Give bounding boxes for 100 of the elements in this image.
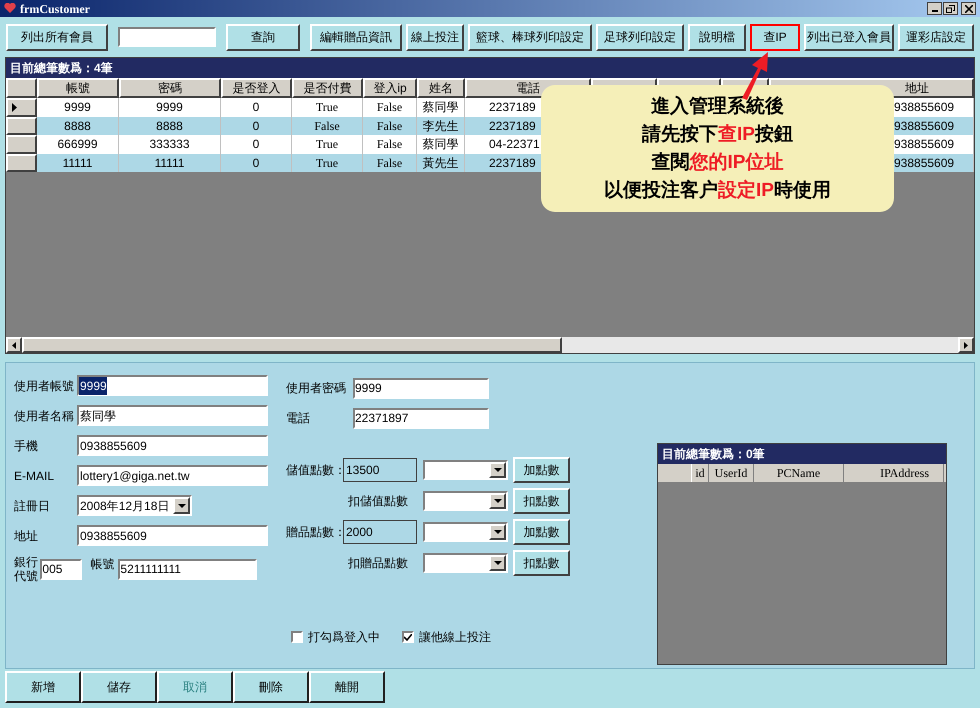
toolbar-button[interactable]: 查詢 — [226, 24, 300, 50]
field-label: 儲值點數： — [286, 462, 343, 479]
field-label: 銀行代號 — [14, 555, 39, 583]
minimize-icon — [932, 10, 938, 12]
field-label: E-MAIL — [14, 468, 56, 484]
table-cell: 黃先生 — [417, 154, 465, 172]
table-cell: True — [292, 154, 363, 172]
toolbar-button[interactable]: 足球列印設定 — [596, 24, 684, 50]
points-display: 13500 — [343, 458, 417, 482]
column-header: 是否付費 — [292, 78, 363, 98]
text-field[interactable]: 9999 — [77, 375, 268, 396]
dropdown-button[interactable] — [489, 462, 506, 478]
row-header[interactable] — [6, 135, 37, 154]
table-cell: 11111 — [119, 154, 221, 172]
points-button[interactable]: 加點數 — [513, 457, 570, 483]
horizontal-scrollbar[interactable] — [6, 337, 974, 353]
restore-icon — [946, 4, 955, 12]
row-header[interactable] — [6, 154, 37, 172]
dropdown-field[interactable] — [423, 460, 508, 480]
caret-icon — [178, 504, 186, 508]
field-label: 使用者名稱 — [14, 408, 75, 424]
dropdown-button[interactable] — [489, 555, 506, 571]
action-button[interactable]: 離開 — [309, 671, 385, 703]
field-label: 贈品點數： — [286, 524, 343, 541]
column-header: IPAddress — [844, 464, 944, 482]
dropdown-button[interactable] — [489, 524, 506, 540]
column-header: 密碼 — [119, 78, 221, 98]
scroll-left-button[interactable] — [6, 337, 22, 353]
field-label: 扣贈品點數 — [347, 555, 409, 572]
right-arrow-icon — [964, 342, 968, 348]
column-header: 登入ip — [363, 78, 417, 98]
field-label: 手機 — [14, 438, 39, 454]
scroll-thumb[interactable] — [22, 337, 562, 353]
scroll-right-button[interactable] — [958, 337, 974, 353]
toolbar-button[interactable]: 運彩店設定 — [898, 24, 974, 50]
checkbox[interactable] — [402, 631, 414, 643]
column-header: id — [692, 464, 709, 482]
checkbox[interactable] — [291, 631, 303, 643]
text-field[interactable]: 蔡同學 — [77, 405, 268, 426]
toolbar-button[interactable]: 編輯贈品資訊 — [310, 24, 402, 50]
text-field[interactable]: 9999 — [353, 378, 489, 398]
bank-code-field[interactable]: 005 — [40, 558, 82, 580]
row-header[interactable] — [6, 98, 37, 116]
field-label: 註冊日 — [14, 498, 51, 514]
check-icon — [404, 634, 412, 640]
caret-icon — [494, 561, 502, 565]
field-label: 扣儲值點數 — [347, 493, 409, 510]
restore-button[interactable] — [943, 2, 958, 15]
date-field[interactable]: 2008年12月18日 — [77, 495, 192, 516]
close-icon — [964, 4, 972, 12]
left-arrow-icon — [12, 342, 16, 348]
search-field[interactable] — [118, 27, 216, 47]
row-header[interactable] — [6, 116, 37, 135]
minimize-button[interactable] — [927, 2, 942, 15]
account-field[interactable]: 5211111111 — [118, 558, 258, 580]
action-button[interactable]: 刪除 — [233, 671, 309, 703]
action-button[interactable]: 儲存 — [81, 671, 157, 703]
checkbox-label: 讓他線上投注 — [419, 629, 491, 646]
points-button[interactable]: 扣點數 — [513, 488, 570, 514]
column-header: 是否登入 — [221, 78, 292, 98]
text-field[interactable]: 0938855609 — [77, 525, 268, 546]
text-field[interactable]: 22371897 — [353, 408, 489, 428]
field-label: 電話 — [286, 410, 311, 427]
close-button[interactable] — [961, 2, 976, 15]
row-pointer-icon — [12, 102, 17, 112]
checkbox-label: 打勾爲登入中 — [308, 629, 380, 646]
caret-icon — [494, 499, 502, 503]
window-title: frmCustomer — [20, 0, 90, 18]
table-cell: 0 — [221, 154, 292, 172]
toolbar-button[interactable]: 列出所有會員 — [6, 24, 108, 50]
dropdown-field[interactable] — [423, 491, 508, 511]
caret-icon — [494, 530, 502, 534]
table-cell: False — [363, 154, 417, 172]
grid-caption: 目前總筆數爲：0筆 — [658, 444, 946, 464]
field-label: 地址 — [14, 528, 39, 544]
field-label: 帳號 — [90, 556, 114, 573]
column-header: 帳號 — [37, 78, 119, 98]
points-button[interactable]: 加點數 — [513, 519, 570, 545]
field-value: 9999 — [79, 376, 107, 394]
column-header: 姓名 — [417, 78, 465, 98]
action-button[interactable]: 新增 — [5, 671, 81, 703]
text-field[interactable]: lottery1@giga.net.tw — [77, 465, 268, 486]
dropdown-field[interactable] — [423, 522, 508, 542]
dropdown-button[interactable] — [173, 497, 190, 514]
toolbar-button[interactable]: 列出已登入會員 — [804, 24, 894, 50]
field-label: 使用者帳號 — [14, 378, 75, 394]
points-button[interactable]: 扣點數 — [513, 550, 570, 576]
field-label: 使用者密碼 — [286, 380, 347, 397]
text-field[interactable]: 0938855609 — [77, 435, 268, 456]
column-header: PCName — [754, 464, 844, 482]
toolbar-button[interactable]: 籃球、棒球列印設定 — [468, 24, 592, 50]
table-cell: 11111 — [37, 154, 119, 172]
toolbar-button[interactable]: 查IP — [750, 24, 800, 50]
toolbar-button[interactable]: 說明檔 — [688, 24, 746, 50]
dropdown-field[interactable] — [423, 553, 508, 573]
dropdown-button[interactable] — [489, 493, 506, 509]
callout-text: 以便投注客户設定IP時使用 — [604, 178, 831, 202]
points-display: 2000 — [343, 520, 417, 544]
caret-icon — [494, 468, 502, 472]
toolbar-button[interactable]: 線上投注 — [406, 24, 464, 50]
